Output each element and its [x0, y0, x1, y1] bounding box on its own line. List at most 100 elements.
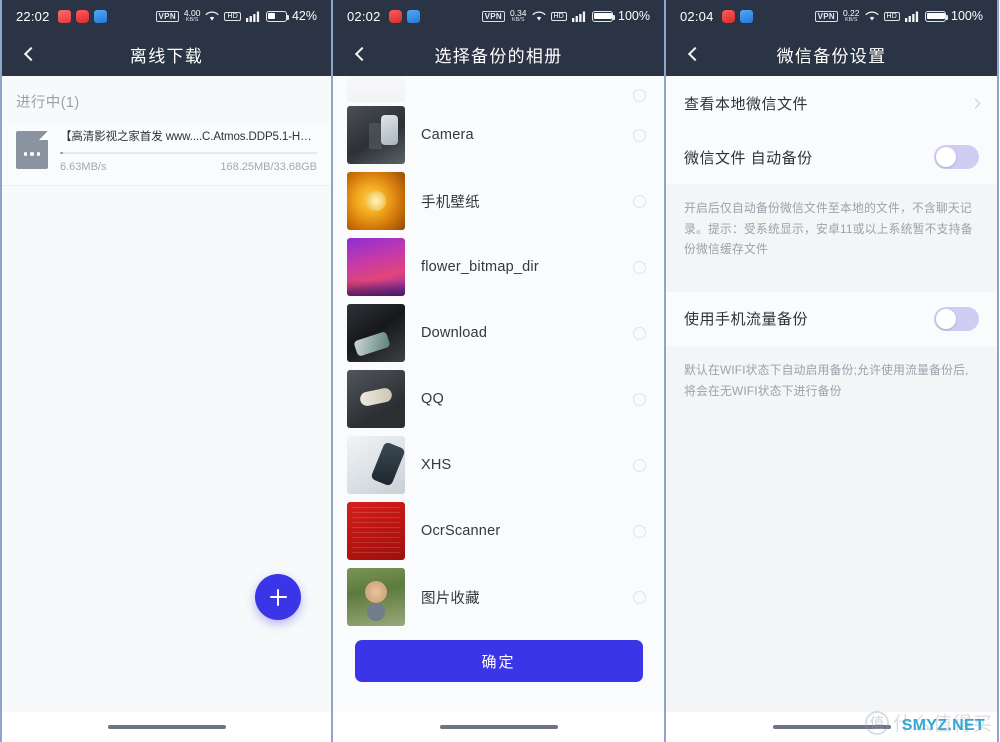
wifi-icon: [532, 11, 546, 22]
download-progress-bar: [60, 152, 317, 154]
album-radio[interactable]: [633, 524, 646, 538]
battery-percent: 100%: [618, 9, 650, 23]
album-label: OcrScanner: [421, 523, 501, 539]
album-label: Camera: [421, 127, 474, 143]
home-indicator-zone: [333, 712, 664, 742]
list-item[interactable]: Camera: [333, 102, 664, 168]
settings-filler: [666, 423, 997, 712]
home-indicator[interactable]: [107, 725, 226, 729]
row-use-mobile-data-backup[interactable]: 使用手机流量备份: [666, 291, 997, 346]
download-body: 进行中(1) 【高清影视之家首发 www....C.Atmos.DDP5.1-H…: [2, 76, 331, 712]
red-app-icon: [388, 9, 402, 23]
status-bar-right: VPN 0.34 KB/S HD 100%: [481, 9, 650, 23]
album-thumbnail: [347, 568, 405, 626]
status-time: 22:02: [16, 8, 50, 24]
download-meta: 6.63MB/s 168.25MB/33.68GB: [60, 161, 317, 173]
album-label: Download: [421, 325, 488, 341]
mobile-data-toggle[interactable]: [934, 306, 979, 331]
row-auto-backup-wechat-files[interactable]: 微信文件 自动备份: [666, 130, 997, 184]
album-thumbnail: [347, 238, 405, 296]
album-thumbnail: [347, 172, 405, 230]
list-item[interactable]: [333, 76, 664, 102]
page-title: 离线下载: [129, 46, 204, 66]
back-button[interactable]: [343, 32, 381, 76]
album-list[interactable]: Camera 手机壁纸 flower_bitmap_dir Download Q…: [333, 76, 664, 628]
auto-backup-toggle[interactable]: [934, 145, 979, 169]
album-radio[interactable]: [633, 260, 646, 274]
chevron-left-icon: [687, 46, 703, 62]
status-bar-right: VPN 4.00 KB/S HD 42%: [155, 9, 317, 23]
home-indicator[interactable]: [772, 725, 891, 729]
album-thumbnail: [347, 370, 405, 428]
settings-group: 使用手机流量备份: [666, 291, 997, 346]
album-thumbnail: [347, 76, 405, 102]
battery-percent: 100%: [951, 9, 983, 23]
battery-icon: [592, 10, 616, 22]
screen-wechat-backup-settings: 02:04 VPN 0.22 KB/S HD 100% 微信备份设置 查看本地微…: [666, 0, 999, 742]
download-item[interactable]: 【高清影视之家首发 www....C.Atmos.DDP5.1-HETHD 6.…: [2, 122, 331, 186]
chevron-left-icon: [354, 46, 370, 62]
row-view-local-wechat-files[interactable]: 查看本地微信文件: [666, 76, 997, 130]
status-bar-left: 02:04: [680, 9, 753, 24]
net-speed-indicator: 0.34 KB/S: [510, 9, 527, 23]
download-info: 【高清影视之家首发 www....C.Atmos.DDP5.1-HETHD 6.…: [60, 128, 317, 173]
page-title: 选择备份的相册: [434, 46, 563, 66]
album-radio[interactable]: [633, 89, 646, 102]
wifi-icon: [865, 11, 879, 22]
settings-separator: [666, 281, 997, 292]
album-thumbnail: [347, 106, 405, 164]
download-speed: 6.63MB/s: [60, 161, 107, 173]
blue-app-icon: [93, 9, 107, 23]
album-radio[interactable]: [633, 590, 646, 604]
settings-group: 查看本地微信文件 微信文件 自动备份: [666, 76, 997, 184]
status-bar-left: 02:02: [347, 9, 420, 24]
album-label: XHS: [421, 457, 452, 473]
red-app-icon: [75, 9, 89, 23]
wifi-icon: [205, 11, 219, 22]
album-radio[interactable]: [633, 326, 646, 340]
status-bar: 22:02 VPN 4.00 KB/S HD 42%: [2, 0, 331, 32]
status-bar: 02:04 VPN 0.22 KB/S HD 100%: [666, 0, 997, 32]
album-thumbnail: [347, 502, 405, 560]
home-indicator-zone: [2, 712, 331, 742]
list-item[interactable]: 图片收藏: [333, 564, 664, 628]
album-radio[interactable]: [633, 128, 646, 142]
album-label: QQ: [421, 391, 444, 407]
net-speed-unit: KB/S: [185, 16, 199, 23]
list-item[interactable]: QQ: [333, 366, 664, 432]
album-label: 手机壁纸: [421, 194, 480, 211]
net-speed-unit: KB/S: [511, 16, 525, 23]
add-download-fab[interactable]: [255, 574, 301, 620]
confirm-zone: 确定: [333, 628, 664, 712]
album-radio[interactable]: [633, 194, 646, 208]
list-item[interactable]: Download: [333, 300, 664, 366]
album-thumbnail: [347, 304, 405, 362]
status-bar: 02:02 VPN 0.34 KB/S HD 100%: [333, 0, 664, 32]
list-item[interactable]: 手机壁纸: [333, 168, 664, 234]
list-item[interactable]: XHS: [333, 432, 664, 498]
mobile-data-description: 默认在WIFI状态下自动启用备份;允许使用流量备份后,将会在无WIFI状态下进行…: [666, 345, 997, 424]
vpn-badge: VPN: [155, 10, 179, 22]
blue-app-icon: [739, 9, 753, 23]
album-thumbnail: [347, 436, 405, 494]
net-speed-indicator: 4.00 KB/S: [184, 9, 201, 23]
screen-select-album: 02:02 VPN 0.34 KB/S HD 100% 选择备份的相册 Came…: [333, 0, 666, 742]
confirm-button[interactable]: 确定: [354, 640, 643, 682]
home-indicator[interactable]: [439, 725, 558, 729]
status-time: 02:02: [347, 8, 381, 24]
list-item[interactable]: OcrScanner: [333, 498, 664, 564]
file-dots-icon: [16, 152, 48, 156]
row-label: 使用手机流量备份: [684, 311, 809, 329]
album-body: Camera 手机壁纸 flower_bitmap_dir Download Q…: [333, 76, 664, 712]
back-button[interactable]: [676, 32, 714, 76]
chevron-right-icon: [970, 98, 981, 108]
album-radio[interactable]: [633, 392, 646, 406]
battery-percent: 42%: [291, 9, 317, 23]
list-item[interactable]: flower_bitmap_dir: [333, 234, 664, 300]
download-size: 168.25MB/33.68GB: [220, 161, 317, 173]
album-radio[interactable]: [633, 458, 646, 472]
back-button[interactable]: [12, 32, 50, 76]
screenshot-root: 22:02 VPN 4.00 KB/S HD 42% 离线下载 进行中(1) 【…: [0, 0, 1000, 742]
hd-icon: HD: [883, 11, 901, 21]
status-bar-left: 22:02: [16, 9, 107, 24]
